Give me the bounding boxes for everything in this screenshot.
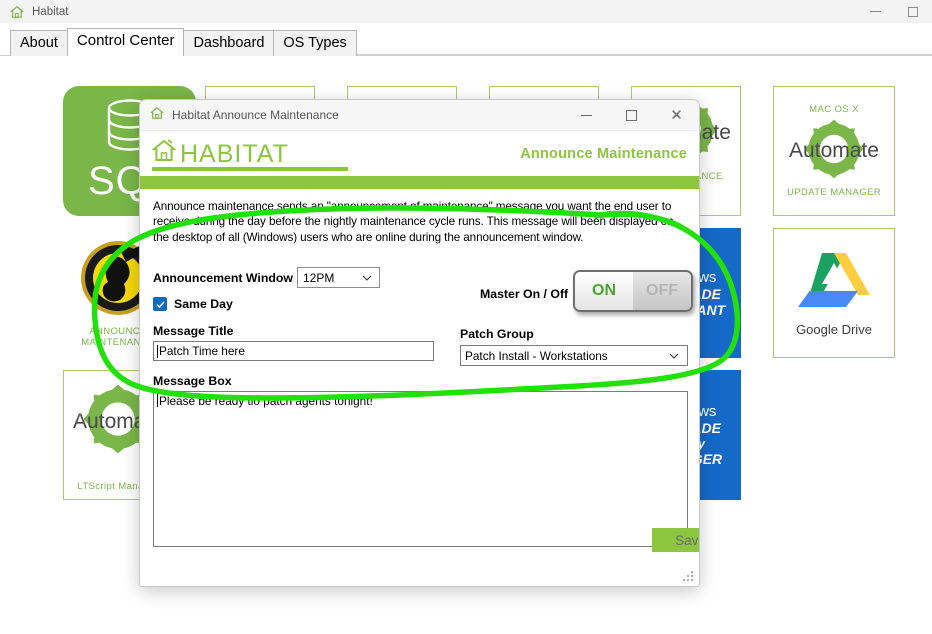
message-box-value: Please be ready tio patch agents tonight… [159,394,373,408]
dialog-description: Announce maintenance sends an "announcem… [153,199,686,245]
house-logo-icon [152,138,176,169]
minimize-icon[interactable] [564,100,609,131]
dialog-body: Announce maintenance sends an "announcem… [140,189,699,547]
tabstrip-filler [356,54,932,55]
tile-google-drive-label: Google Drive [796,322,872,337]
dialog-green-stripe [140,176,699,189]
text-caret [157,394,158,407]
master-on-off-label: Master On / Off [480,287,568,301]
announcement-window-select[interactable]: 12PM [297,267,380,288]
dialog-header-title: Announce Maintenance [520,146,687,162]
chevron-down-icon [361,272,373,287]
master-on-off-toggle[interactable]: ON OFF [573,270,693,312]
patch-group-value: Patch Install - Workstations [465,349,608,363]
minimize-icon[interactable] [856,0,894,23]
message-title-input[interactable]: Patch Time here [153,341,434,361]
dialog-titlebar[interactable]: Habitat Announce Maintenance ✕ [140,100,699,131]
dialog-window-controls: ✕ [564,100,699,131]
patch-group-label: Patch Group [460,327,688,341]
save-button[interactable]: Save [652,528,700,552]
home-icon [10,5,24,19]
announce-maintenance-dialog: Habitat Announce Maintenance ✕ HABITAT A… [139,99,700,587]
maximize-icon[interactable] [894,0,932,23]
toggle-off-label[interactable]: OFF [633,272,691,310]
app-title: Habitat [32,6,68,18]
maximize-icon[interactable] [609,100,654,131]
announcement-window-value: 12PM [303,271,334,285]
brand-underline [152,167,348,171]
tab-about[interactable]: About [10,30,68,56]
message-box-label: Message Box [153,374,686,388]
dialog-footer: Save Cancel [140,502,699,586]
tile-google-drive[interactable]: Google Drive [773,228,895,358]
chevron-down-icon [668,350,680,365]
tab-control-center[interactable]: Control Center [67,28,185,56]
app-titlebar: Habitat [0,0,932,23]
announcement-window-label: Announcement Window [153,267,297,285]
tab-dashboard[interactable]: Dashboard [183,30,274,56]
same-day-label: Same Day [174,297,233,311]
patch-group-select[interactable]: Patch Install - Workstations [460,345,688,366]
home-icon [150,106,164,125]
text-caret [157,345,158,358]
dialog-title: Habitat Announce Maintenance [172,108,339,122]
message-title-value: Patch Time here [159,344,245,358]
resize-grip[interactable] [683,571,693,581]
app-window-controls [856,0,932,23]
close-icon[interactable]: ✕ [654,100,699,131]
tile-macosx-bottom: Update Manager [787,187,881,198]
tabstrip: About Control Center Dashboard OS Types [0,23,932,56]
patch-group-column: Patch Group Patch Install - Workstations [460,327,688,366]
tile-macosx-update-manager[interactable]: Mac OS X Automate Update Manager [773,86,895,216]
tile-macosx-word: Automate [789,139,879,163]
toggle-on-label[interactable]: ON [575,272,633,310]
dialog-brandbar: HABITAT Announce Maintenance [140,131,699,176]
tab-os-types[interactable]: OS Types [273,30,356,56]
same-day-checkbox[interactable] [153,297,167,311]
brand-wordmark: HABITAT [180,140,289,169]
google-drive-icon [797,249,871,320]
